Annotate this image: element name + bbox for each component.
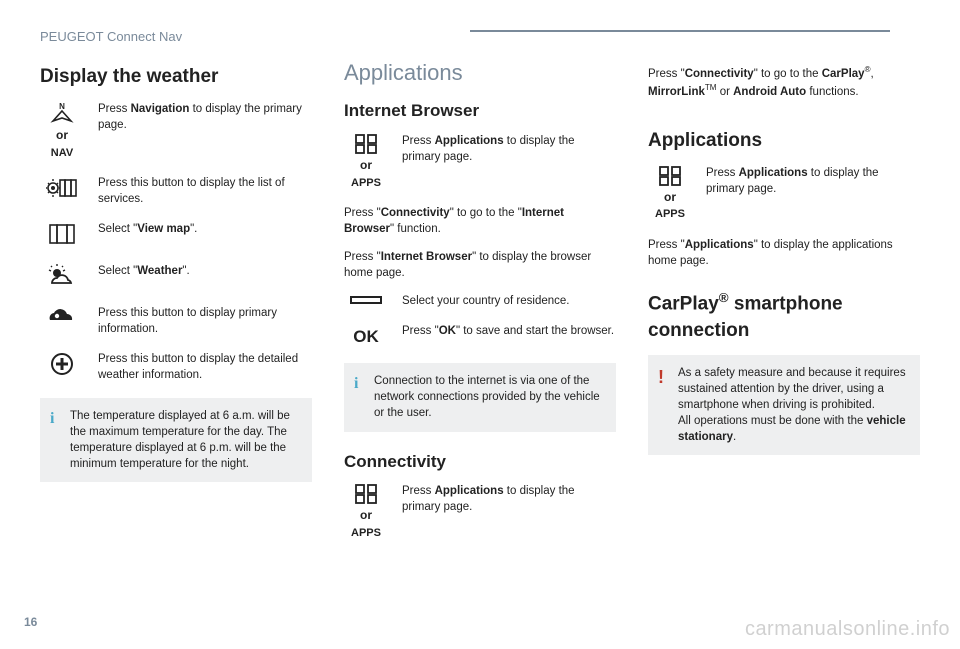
text-field-icon	[344, 293, 388, 309]
info-icon: i	[50, 408, 54, 430]
ok-item: OK Press "OK" to save and start the brow…	[344, 323, 616, 349]
apps-item-text: Press Applications to display the primar…	[402, 133, 616, 165]
apps-grid-icon: or APPS	[344, 133, 388, 191]
map-icon	[40, 221, 84, 249]
connectivity-heading: Connectivity	[344, 450, 616, 474]
nav-item: N or NAV Press Navigation to display the…	[40, 101, 312, 161]
warning-icon: !	[658, 365, 664, 390]
columns: Display the weather N or NAV Press Navig…	[40, 58, 920, 555]
connectivity-para-1: Press "Connectivity" to go to the "Inter…	[344, 205, 616, 237]
services-icon	[40, 175, 84, 203]
internet-browser-heading: Internet Browser	[344, 99, 616, 123]
apps-grid-icon: or APPS	[648, 165, 692, 223]
nav-text: Press Navigation to display the primary …	[98, 101, 312, 133]
browser-para-2: Press "Internet Browser" to display the …	[344, 249, 616, 281]
plus-icon	[40, 351, 84, 379]
primary-info-item: Press this button to display primary inf…	[40, 305, 312, 337]
connectivity-top-para: Press "Connectivity" to go to the CarPla…	[648, 64, 920, 100]
weather-note: i The temperature displayed at 6 a.m. wi…	[40, 398, 312, 482]
svg-text:N: N	[59, 102, 65, 111]
watermark: carmanualsonline.info	[745, 615, 950, 643]
column-1: Display the weather N or NAV Press Navig…	[40, 58, 312, 555]
weather-text: Select "Weather".	[98, 263, 312, 279]
primary-info-text: Press this button to display primary inf…	[98, 305, 312, 337]
country-item: Select your country of residence.	[344, 293, 616, 309]
info-icon: i	[354, 373, 358, 395]
apps-item-connectivity: or APPS Press Applications to display th…	[344, 483, 616, 541]
safety-warning: ! As a safety measure and because it req…	[648, 355, 920, 455]
services-item: Press this button to display the list of…	[40, 175, 312, 207]
apps-grid-icon: or APPS	[344, 483, 388, 541]
internet-note: i Connection to the internet is via one …	[344, 363, 616, 431]
detailed-info-item: Press this button to display the detaile…	[40, 351, 312, 383]
applications-para: Press "Applications" to display the appl…	[648, 237, 920, 269]
carplay-heading: CarPlay® smartphone connection	[648, 289, 920, 345]
column-3: Press "Connectivity" to go to the CarPla…	[648, 58, 920, 555]
detailed-info-text: Press this button to display the detaile…	[98, 351, 312, 383]
ok-icon: OK	[344, 323, 388, 349]
viewmap-item: Select "View map".	[40, 221, 312, 249]
page-number: 16	[24, 614, 37, 631]
column-2: Applications Internet Browser or APPS Pr…	[344, 58, 616, 555]
weather-icon	[40, 263, 84, 291]
applications-heading: Applications	[648, 128, 920, 155]
apps-item3-text: Press Applications to display the primar…	[706, 165, 920, 197]
apps-item-browser: or APPS Press Applications to display th…	[344, 133, 616, 191]
applications-section-title: Applications	[344, 58, 616, 89]
apps-item2-text: Press Applications to display the primar…	[402, 483, 616, 515]
weather-item: Select "Weather".	[40, 263, 312, 291]
page: PEUGEOT Connect Nav Display the weather …	[0, 0, 960, 576]
apps-item-col3: or APPS Press Applications to display th…	[648, 165, 920, 223]
ok-text: Press "OK" to save and start the browser…	[402, 323, 616, 339]
weather-heading: Display the weather	[40, 64, 312, 91]
country-text: Select your country of residence.	[402, 293, 616, 309]
services-text: Press this button to display the list of…	[98, 175, 312, 207]
cloud-icon	[40, 305, 84, 327]
navigation-icon: N or NAV	[40, 101, 84, 161]
viewmap-text: Select "View map".	[98, 221, 312, 237]
header-rule	[470, 30, 890, 32]
